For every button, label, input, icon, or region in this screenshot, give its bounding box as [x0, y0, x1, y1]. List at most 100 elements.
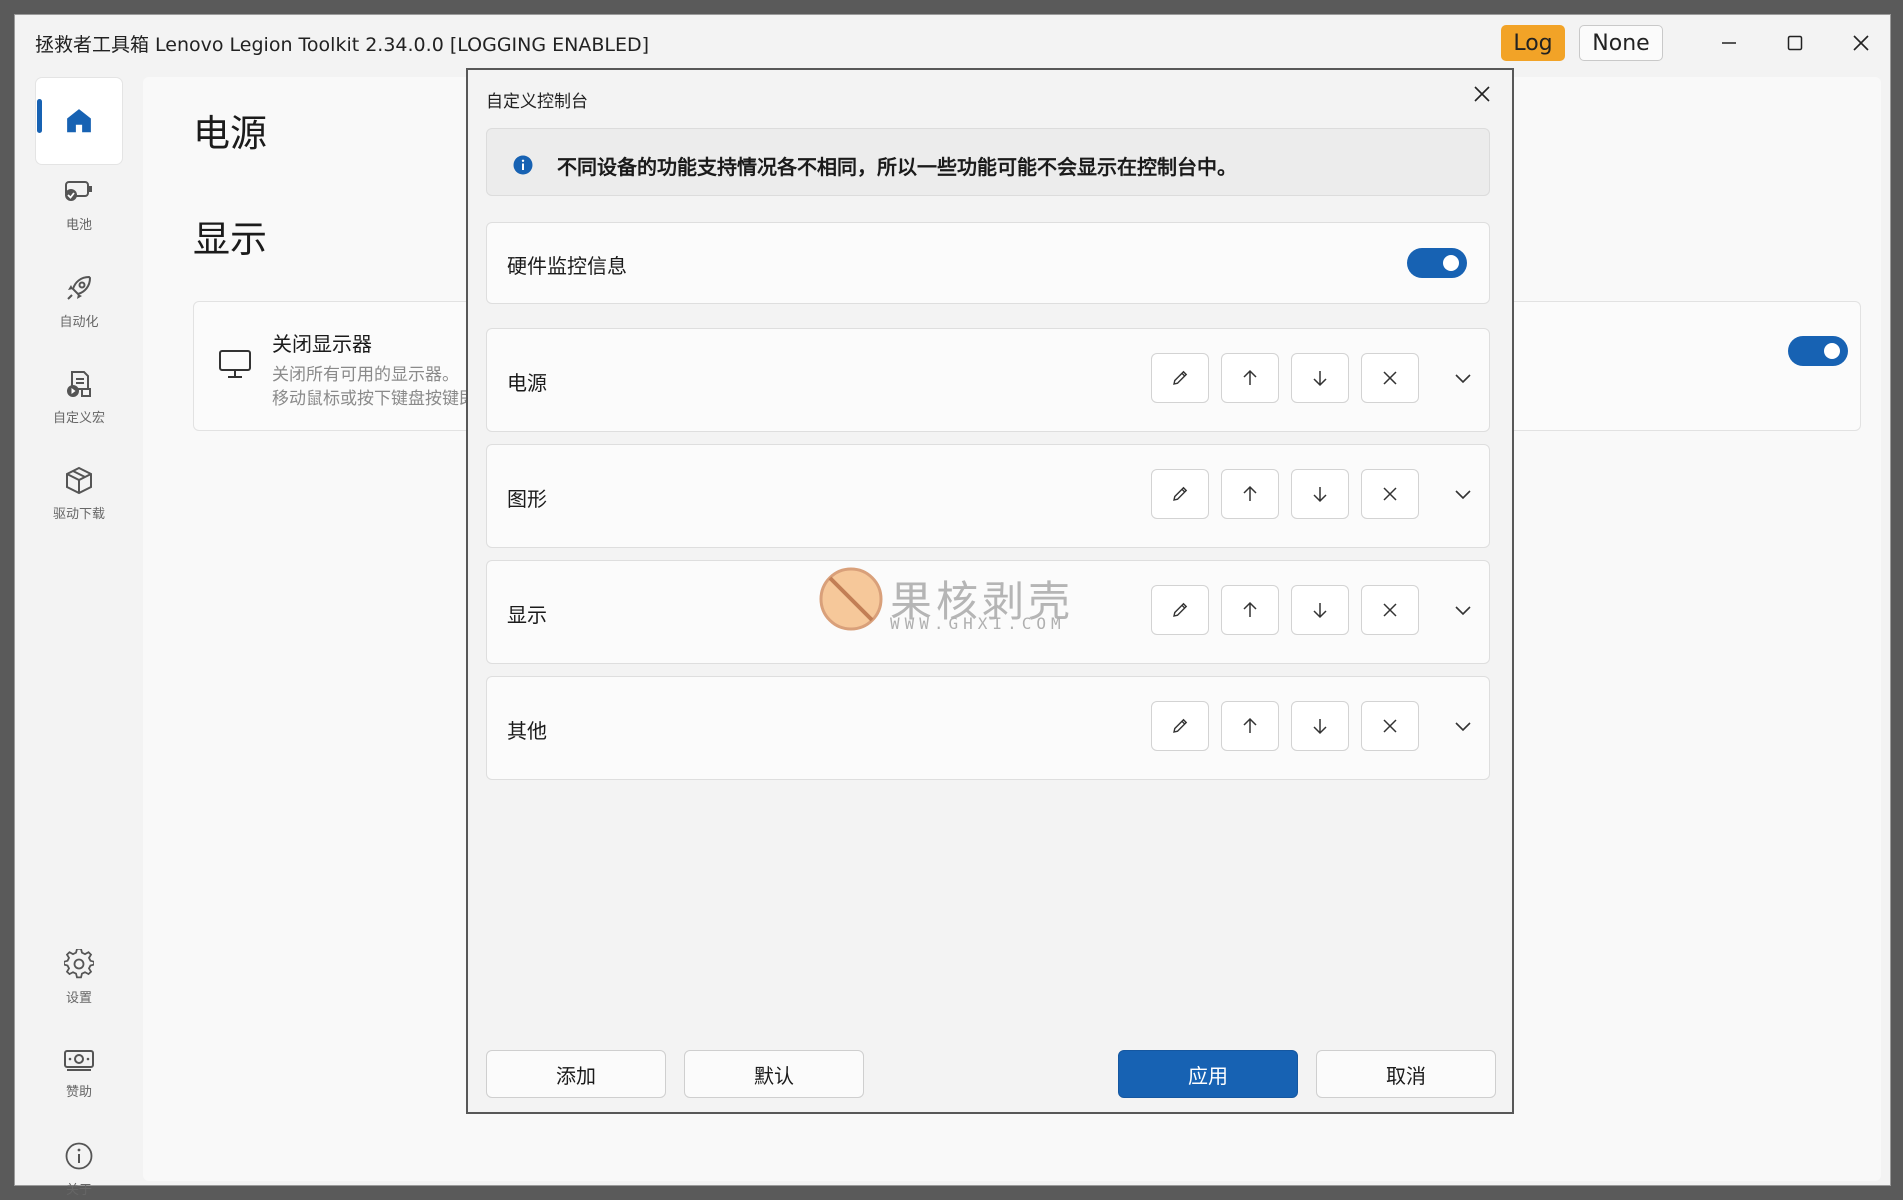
- expand-button[interactable]: [1443, 585, 1483, 635]
- move-down-button[interactable]: [1291, 701, 1349, 751]
- edit-button[interactable]: [1151, 585, 1209, 635]
- sidebar-item-battery[interactable]: 电池: [35, 163, 123, 247]
- sidebar-item-label: 驱动下载: [52, 506, 105, 522]
- maximize-button[interactable]: [1772, 23, 1818, 63]
- expand-button[interactable]: [1443, 469, 1483, 519]
- sidebar-item-label: 关于: [65, 1182, 92, 1198]
- expand-button[interactable]: [1443, 353, 1483, 403]
- apply-button[interactable]: 应用: [1118, 1050, 1298, 1098]
- title-bar: 拯救者工具箱 Lenovo Legion Toolkit 2.34.0.0 [L…: [15, 15, 1890, 71]
- heading-display: 显示: [193, 218, 267, 261]
- section-label: 图形: [507, 487, 547, 511]
- close-icon: [1474, 86, 1490, 102]
- arrow-down-icon: [1313, 371, 1327, 387]
- arrow-down-icon: [1313, 603, 1327, 619]
- card-description: 移动鼠标或按下键盘按键即: [272, 389, 476, 409]
- sidebar-item-home[interactable]: [35, 77, 123, 165]
- pencil-icon: [1173, 486, 1188, 501]
- card-description: 关闭所有可用的显示器。: [272, 365, 459, 385]
- watermark-logo-icon: [818, 566, 884, 636]
- money-icon: [64, 1049, 94, 1071]
- info-message: 不同设备的功能支持情况各不相同，所以一些功能可能不会显示在控制台中。: [557, 155, 1237, 179]
- add-button[interactable]: 添加: [486, 1050, 666, 1098]
- pencil-icon: [1173, 718, 1188, 733]
- sidebar-item-label: 自动化: [59, 314, 99, 330]
- minimize-icon: [1722, 42, 1736, 44]
- sidebar-item-label: 赞助: [65, 1084, 92, 1100]
- sidebar-item-label: 电池: [65, 217, 92, 233]
- move-up-button[interactable]: [1221, 353, 1279, 403]
- window-title: 拯救者工具箱 Lenovo Legion Toolkit 2.34.0.0 [L…: [35, 34, 650, 56]
- hardware-monitor-label: 硬件监控信息: [507, 254, 627, 278]
- remove-button[interactable]: [1361, 353, 1419, 403]
- section-label: 其他: [507, 719, 547, 743]
- move-down-button[interactable]: [1291, 469, 1349, 519]
- gear-icon: [64, 948, 94, 978]
- maximize-icon: [1787, 35, 1803, 51]
- arrow-up-icon: [1243, 601, 1257, 617]
- edit-button[interactable]: [1151, 701, 1209, 751]
- home-icon: [67, 109, 91, 133]
- sidebar-item-drivers[interactable]: 驱动下载: [35, 451, 123, 535]
- package-icon: [66, 466, 92, 494]
- sidebar-item-automation[interactable]: 自动化: [35, 259, 123, 343]
- active-indicator: [37, 99, 42, 133]
- move-up-button[interactable]: [1221, 701, 1279, 751]
- section-row: 电源: [486, 328, 1490, 432]
- move-down-button[interactable]: [1291, 353, 1349, 403]
- none-button[interactable]: None: [1579, 25, 1663, 61]
- rocket-icon: [67, 275, 92, 300]
- info-icon: [65, 1142, 93, 1169]
- cancel-button[interactable]: 取消: [1316, 1050, 1496, 1098]
- dialog-close-button[interactable]: [1462, 76, 1502, 112]
- close-icon: [1383, 487, 1397, 501]
- chevron-down-icon: [1455, 606, 1471, 616]
- log-button[interactable]: Log: [1501, 25, 1565, 61]
- arrow-up-icon: [1243, 369, 1257, 385]
- sidebar-item-settings[interactable]: 设置: [35, 935, 123, 1019]
- move-up-button[interactable]: [1221, 469, 1279, 519]
- sidebar-item-label: 设置: [65, 990, 92, 1006]
- pencil-icon: [1173, 602, 1188, 617]
- section-row: 图形: [486, 444, 1490, 548]
- close-window-button[interactable]: [1838, 23, 1884, 63]
- sidebar-item-macro[interactable]: 自定义宏: [35, 355, 123, 439]
- move-down-button[interactable]: [1291, 585, 1349, 635]
- close-icon: [1383, 719, 1397, 733]
- info-circle-icon: [513, 155, 533, 179]
- sidebar: 电池 自动化 自定义宏 驱动下载 设置 赞助 关于: [15, 71, 141, 1198]
- watermark-url: WWW.GHXI.COM: [890, 614, 1066, 633]
- edit-button[interactable]: [1151, 353, 1209, 403]
- heading-power: 电源: [193, 112, 267, 155]
- battery-icon: [65, 180, 92, 201]
- sidebar-item-label: 自定义宏: [52, 410, 105, 426]
- chevron-down-icon: [1455, 374, 1471, 384]
- dialog-title: 自定义控制台: [486, 92, 588, 112]
- arrow-up-icon: [1243, 485, 1257, 501]
- expand-button[interactable]: [1443, 701, 1483, 751]
- arrow-up-icon: [1243, 717, 1257, 733]
- default-button[interactable]: 默认: [684, 1050, 864, 1098]
- pencil-icon: [1173, 370, 1188, 385]
- sidebar-item-donate[interactable]: 赞助: [35, 1031, 123, 1115]
- edit-button[interactable]: [1151, 469, 1209, 519]
- arrow-down-icon: [1313, 487, 1327, 503]
- remove-button[interactable]: [1361, 701, 1419, 751]
- section-label: 电源: [507, 371, 547, 395]
- card-title: 关闭显示器: [272, 332, 372, 356]
- monitor-icon: [218, 348, 252, 384]
- close-icon: [1853, 35, 1869, 51]
- close-icon: [1383, 371, 1397, 385]
- chevron-down-icon: [1455, 722, 1471, 732]
- remove-button[interactable]: [1361, 469, 1419, 519]
- sidebar-item-about[interactable]: 关于: [35, 1127, 123, 1200]
- move-up-button[interactable]: [1221, 585, 1279, 635]
- close-icon: [1383, 603, 1397, 617]
- remove-button[interactable]: [1361, 585, 1419, 635]
- turn-off-monitor-toggle[interactable]: [1788, 336, 1848, 366]
- hardware-monitor-toggle[interactable]: [1407, 248, 1467, 278]
- macro-icon: [67, 370, 91, 397]
- chevron-down-icon: [1455, 490, 1471, 500]
- section-row: 其他: [486, 676, 1490, 780]
- minimize-button[interactable]: [1706, 23, 1752, 63]
